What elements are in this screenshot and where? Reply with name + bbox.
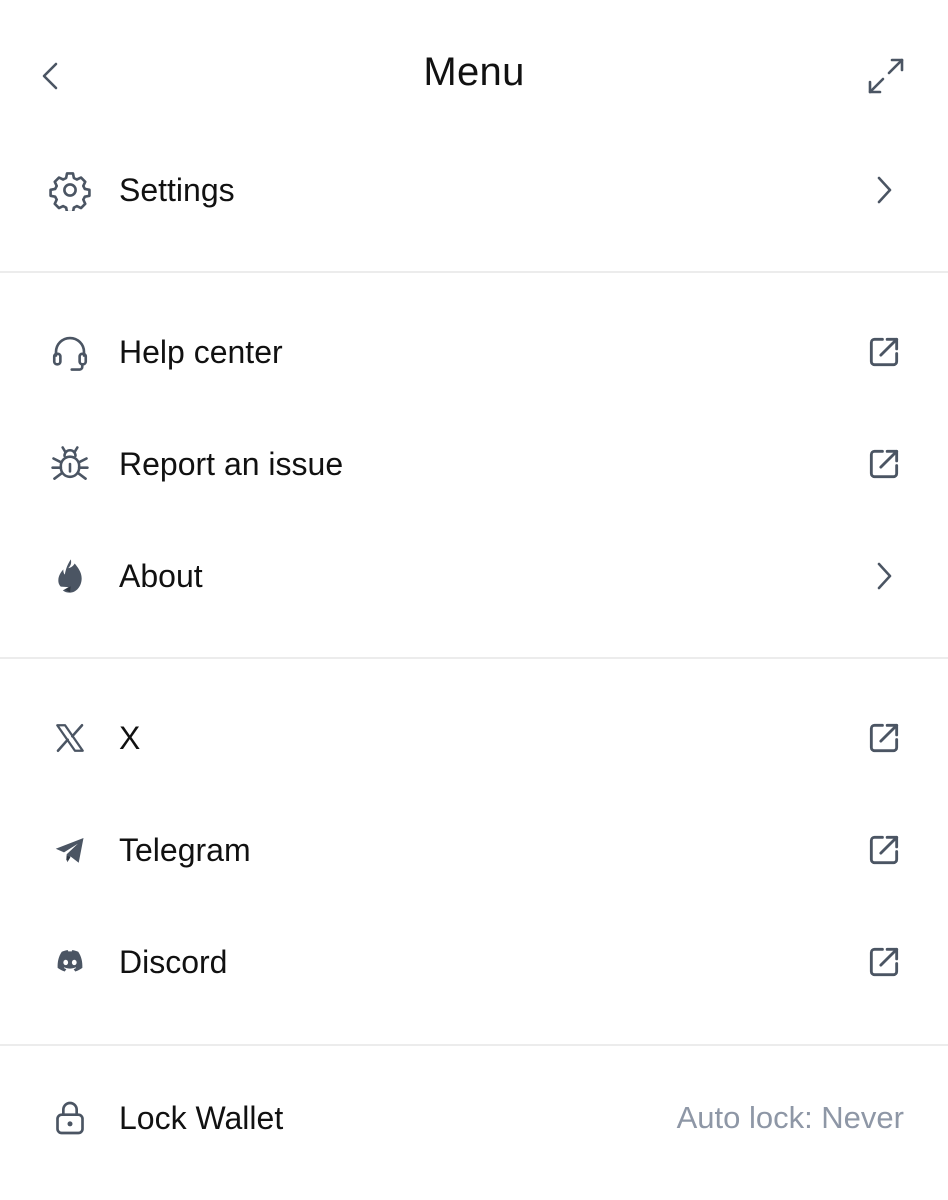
menu-item-help-center[interactable]: Help center xyxy=(0,302,948,402)
menu-item-report-issue[interactable]: Report an issue xyxy=(0,414,948,514)
external-link-icon xyxy=(864,332,904,372)
menu-item-label: About xyxy=(119,557,203,594)
page-title: Menu xyxy=(423,50,525,94)
expand-button[interactable] xyxy=(864,54,908,98)
header: Menu xyxy=(0,0,948,152)
telegram-icon xyxy=(48,828,92,872)
menu-item-label: Settings xyxy=(119,171,235,208)
chevron-right-icon xyxy=(864,170,904,210)
menu-page: Menu Settings Help center Report an issu… xyxy=(0,0,948,1200)
menu-item-telegram[interactable]: Telegram xyxy=(0,800,948,900)
menu-item-label: Discord xyxy=(119,943,228,980)
flame-logo-icon xyxy=(48,554,92,598)
auto-lock-setting[interactable]: Auto lock: Never xyxy=(677,1100,904,1136)
menu-item-discord[interactable]: Discord xyxy=(0,912,948,1012)
bug-icon xyxy=(48,442,92,486)
lock-icon xyxy=(48,1096,92,1140)
menu-item-label: Telegram xyxy=(119,831,251,868)
menu-item-about[interactable]: About xyxy=(0,526,948,626)
chevron-right-icon xyxy=(864,556,904,596)
menu-item-x[interactable]: X xyxy=(0,688,948,788)
external-link-icon xyxy=(864,718,904,758)
section-divider xyxy=(0,271,948,273)
section-divider xyxy=(0,657,948,659)
menu-item-label: Help center xyxy=(119,333,283,370)
lock-wallet-row[interactable]: Lock Wallet Auto lock: Never xyxy=(0,1068,948,1168)
section-divider xyxy=(0,1044,948,1046)
external-link-icon xyxy=(864,830,904,870)
discord-icon xyxy=(48,940,92,984)
external-link-icon xyxy=(864,942,904,982)
menu-item-label: X xyxy=(119,719,141,756)
expand-icon xyxy=(866,56,906,96)
menu-item-label: Report an issue xyxy=(119,445,344,482)
external-link-icon xyxy=(864,444,904,484)
lock-wallet-label: Lock Wallet xyxy=(119,1099,284,1136)
menu-item-settings[interactable]: Settings xyxy=(0,140,948,240)
gear-icon xyxy=(48,168,92,212)
headset-icon xyxy=(48,330,92,374)
x-logo-icon xyxy=(48,716,92,760)
